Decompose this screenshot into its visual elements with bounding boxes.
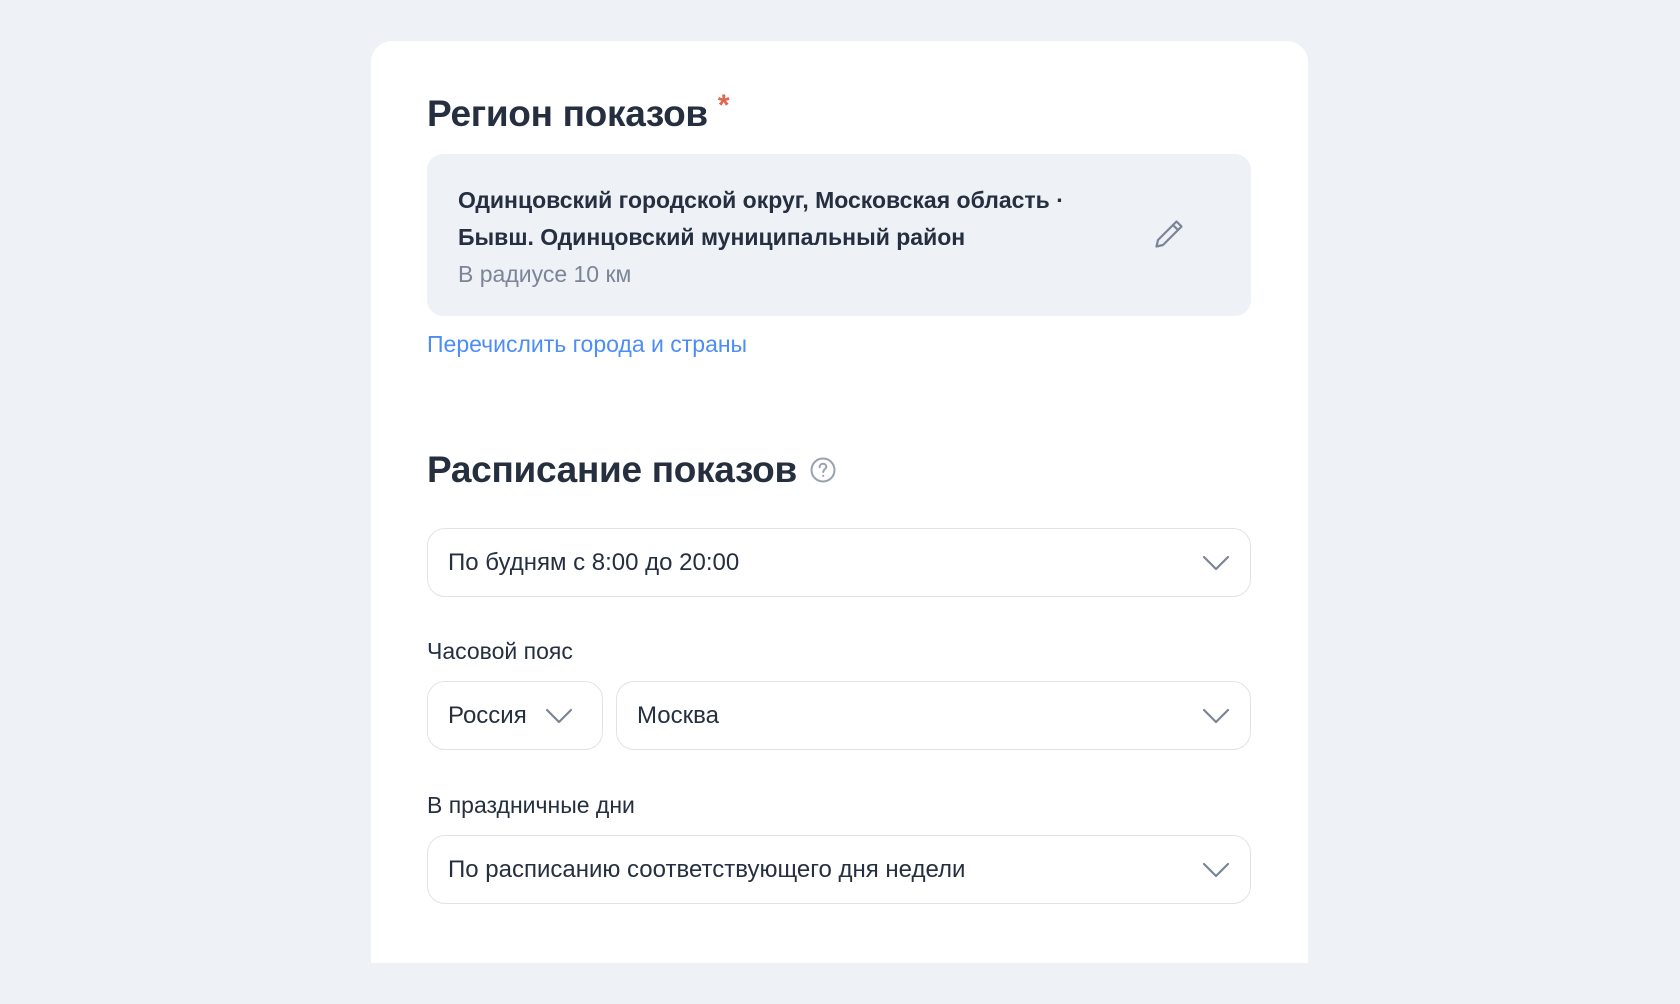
chevron-down-icon	[1202, 862, 1230, 877]
schedule-title-text: Расписание показов	[427, 449, 797, 490]
chevron-down-icon	[1202, 555, 1230, 570]
timezone-city-select[interactable]: Москва	[616, 681, 1251, 750]
settings-card: Регион показов * Одинцовский городской о…	[371, 41, 1308, 963]
country-select-value: Россия	[448, 701, 527, 729]
pencil-icon	[1155, 220, 1183, 248]
holidays-select[interactable]: По расписанию соответствующего дня недел…	[427, 835, 1251, 904]
question-circle-icon[interactable]	[809, 456, 837, 484]
region-radius: В радиусе 10 км	[458, 261, 632, 287]
region-title-text: Регион показов	[427, 93, 708, 134]
chevron-down-icon	[1202, 708, 1230, 723]
region-line-2: Бывш. Одинцовский муниципальный район	[458, 224, 966, 250]
timezone-label: Часовой пояс	[427, 638, 573, 664]
holidays-select-value: По расписанию соответствующего дня недел…	[448, 855, 966, 883]
city-select-value: Москва	[637, 701, 719, 729]
region-selection-box[interactable]: Одинцовский городской округ, Московская …	[427, 154, 1251, 316]
region-section-title: Регион показов *	[427, 89, 730, 139]
schedule-select-value: По будням с 8:00 до 20:00	[448, 548, 740, 576]
schedule-section-title: Расписание показов	[427, 445, 837, 495]
holidays-label: В праздничные дни	[427, 792, 635, 818]
list-cities-link[interactable]: Перечислить города и страны	[427, 331, 747, 358]
timezone-country-select[interactable]: Россия	[427, 681, 603, 750]
chevron-down-icon	[545, 708, 572, 723]
edit-region-button[interactable]	[1151, 216, 1187, 252]
region-line-1: Одинцовский городской округ, Московская …	[458, 187, 1064, 213]
required-mark: *	[717, 89, 730, 122]
schedule-select[interactable]: По будням с 8:00 до 20:00	[427, 528, 1251, 597]
